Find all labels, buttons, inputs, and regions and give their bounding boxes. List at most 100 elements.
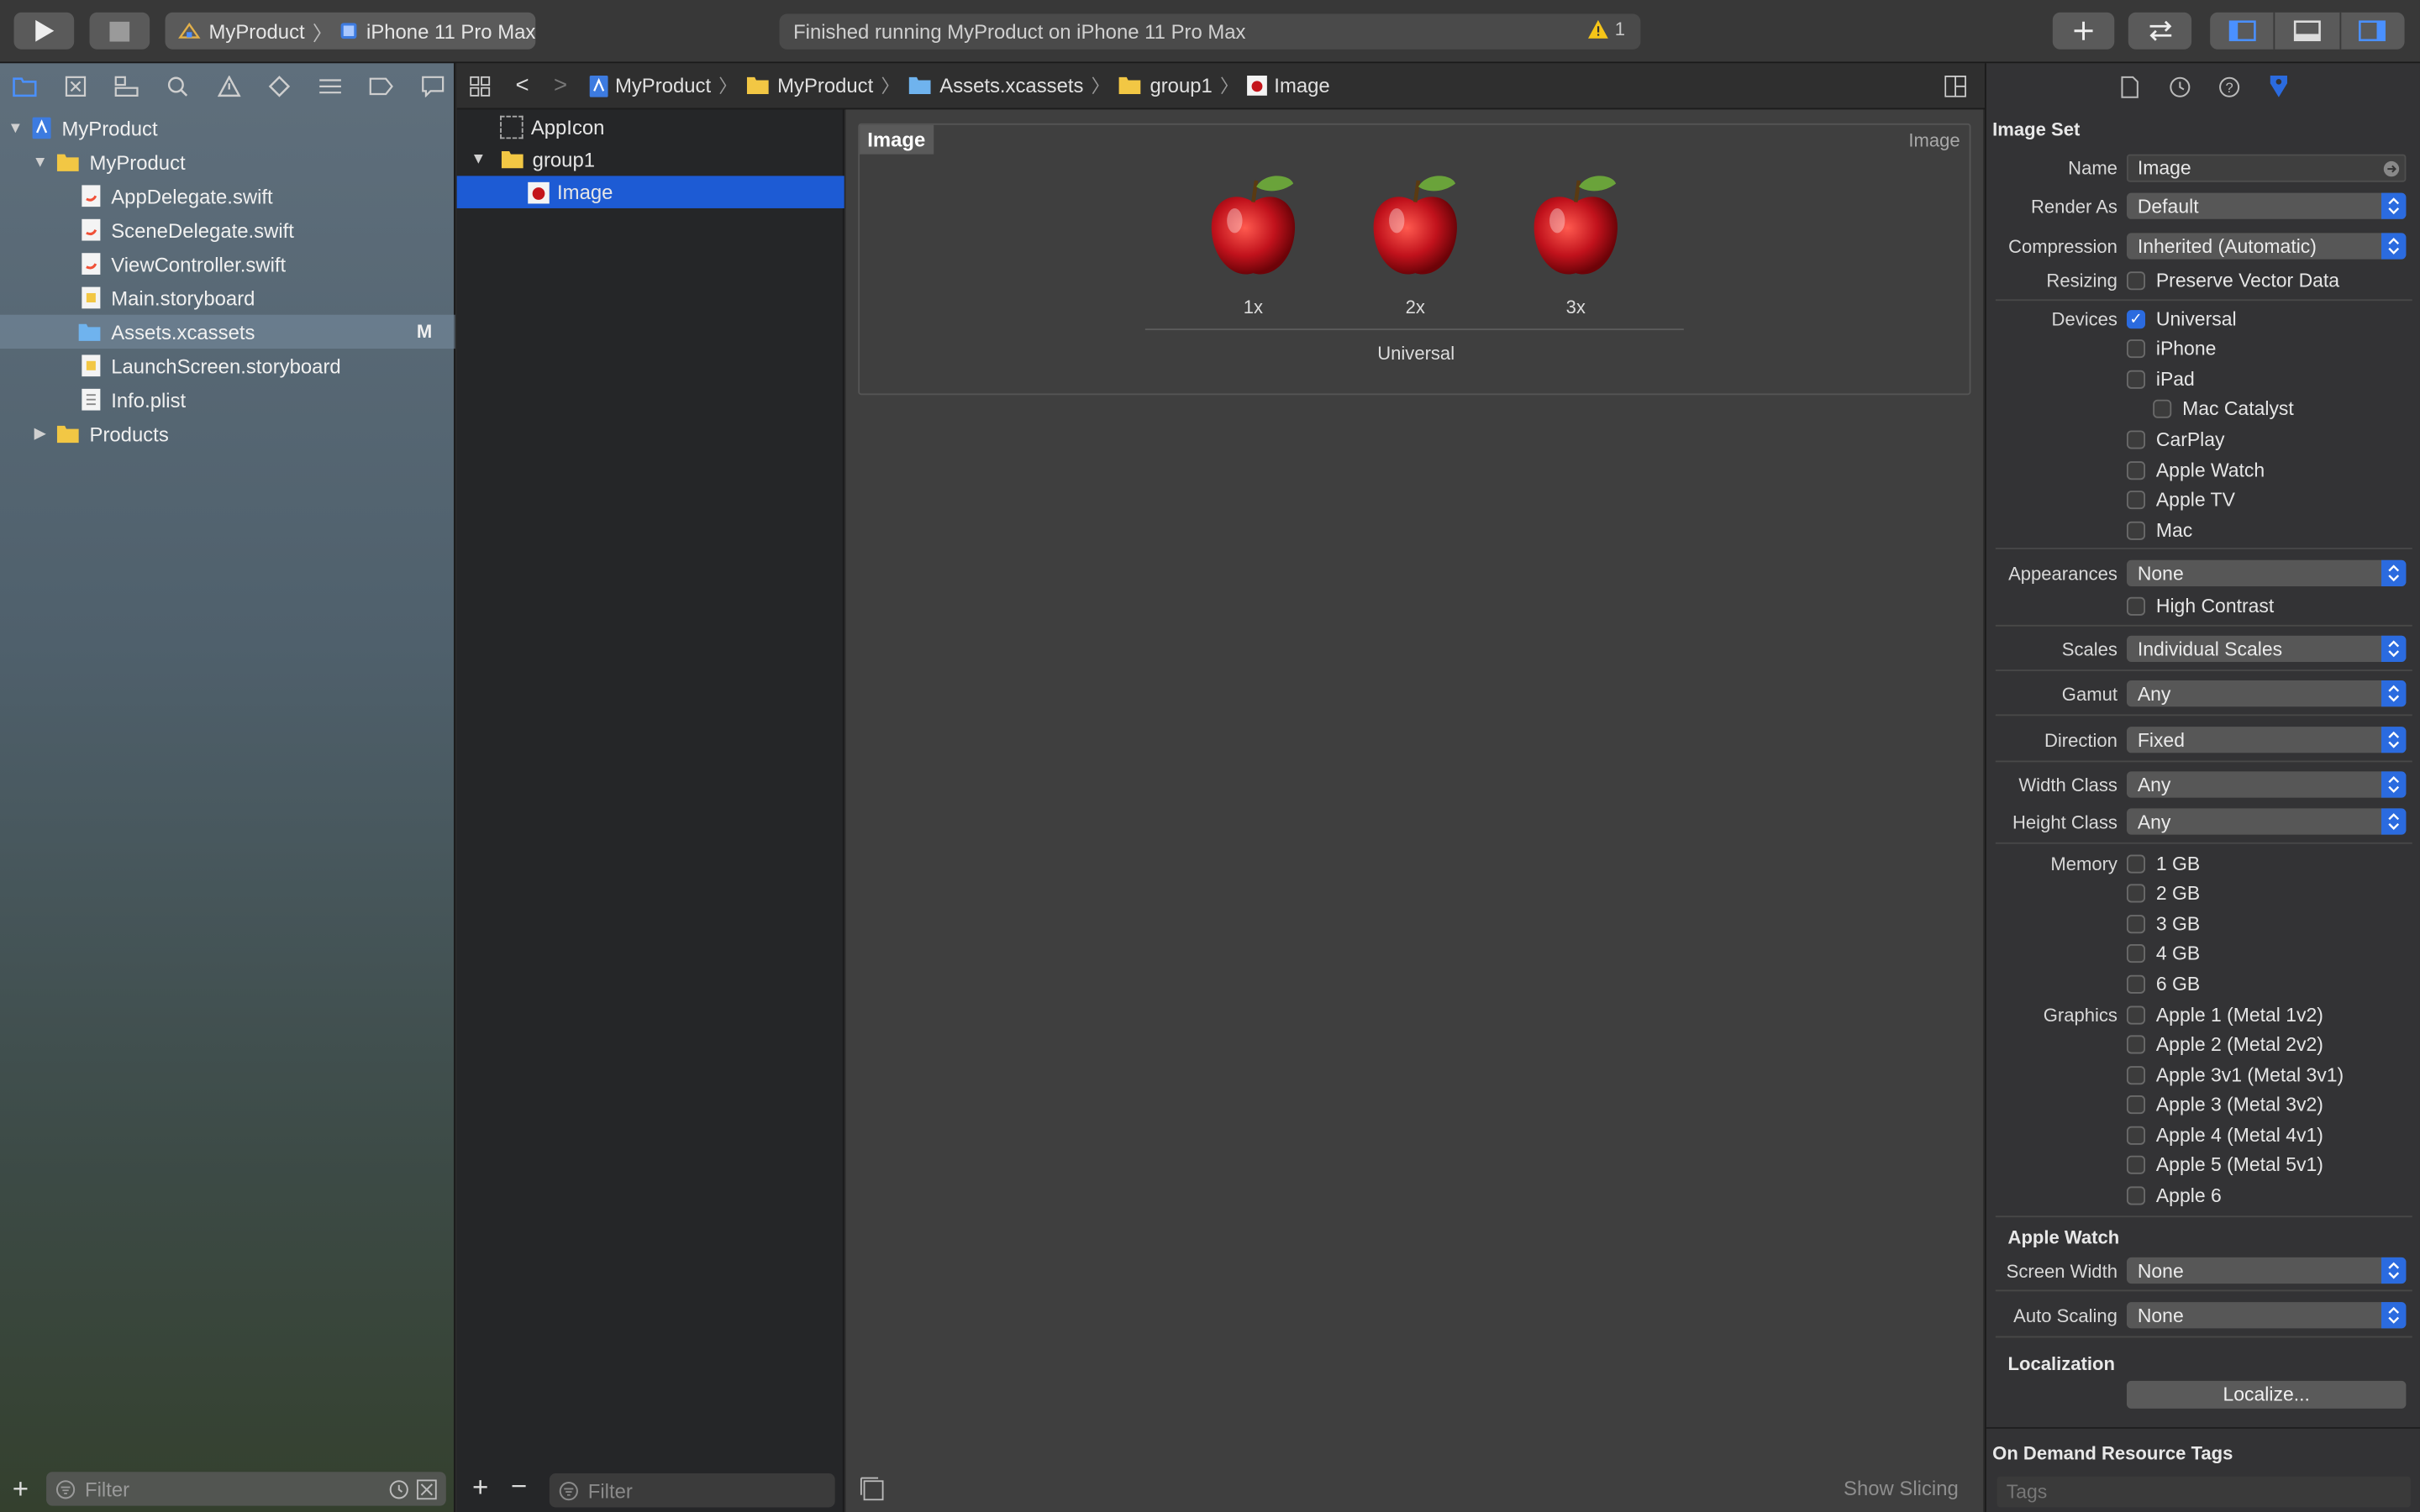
- disclosure-open-icon[interactable]: ▼: [31, 154, 50, 171]
- breakpoint-icon[interactable]: [366, 71, 397, 102]
- checkbox-box[interactable]: [2126, 271, 2146, 291]
- memory-checkbox[interactable]: 1 GB: [2126, 852, 2200, 876]
- asset-filter-field[interactable]: Filter: [549, 1473, 835, 1508]
- warning-indicator[interactable]: 1: [1588, 18, 1625, 40]
- graphics-checkbox[interactable]: Apple 1 (Metal 1v2): [2126, 1003, 2323, 1027]
- render-as-popup[interactable]: Default: [2126, 192, 2407, 219]
- symbol-navigator-icon[interactable]: [111, 71, 142, 102]
- issue-icon[interactable]: [213, 71, 244, 102]
- graphics-checkbox[interactable]: Apple 6: [2126, 1184, 2222, 1208]
- breadcrumb-image[interactable]: Image: [1246, 74, 1330, 97]
- device-mac-checkbox[interactable]: Mac: [2126, 518, 2192, 543]
- report-icon[interactable]: [417, 71, 448, 102]
- checkbox-box[interactable]: [2126, 1005, 2146, 1025]
- scheme-selector[interactable]: MyProduct 〉 iPhone 11 Pro Max: [165, 12, 535, 50]
- asset-row-group[interactable]: ▼ group1: [457, 144, 844, 176]
- tree-row-file[interactable]: SceneDelegate.swift: [0, 213, 455, 246]
- toggle-inspector-button[interactable]: [2341, 13, 2405, 50]
- checkbox-box[interactable]: [2126, 339, 2146, 359]
- related-items-icon[interactable]: [469, 75, 491, 97]
- checkbox-box[interactable]: [2126, 915, 2146, 934]
- device-universal-checkbox[interactable]: ✓ Universal: [2126, 307, 2237, 332]
- debug-icon[interactable]: [315, 71, 346, 102]
- file-inspector-icon[interactable]: [2114, 71, 2145, 102]
- tree-row-group[interactable]: ▼ MyProduct: [0, 145, 455, 179]
- library-button[interactable]: [2052, 12, 2115, 50]
- checkbox-box[interactable]: [2126, 1095, 2146, 1115]
- memory-checkbox[interactable]: 2 GB: [2126, 881, 2200, 906]
- tree-row-file[interactable]: LaunchScreen.storyboard: [0, 349, 455, 382]
- navigator-filter-field[interactable]: Filter: [46, 1472, 446, 1506]
- checkbox-box[interactable]: [2126, 1066, 2146, 1085]
- remove-asset-button[interactable]: −: [511, 1470, 527, 1503]
- breadcrumb-assets[interactable]: Assets.xcassets: [908, 74, 1083, 97]
- image-slot-2x[interactable]: 2x: [1361, 171, 1470, 318]
- compression-popup[interactable]: Inherited (Automatic): [2126, 233, 2407, 260]
- tags-field[interactable]: Tags: [1996, 1476, 2411, 1508]
- scales-popup[interactable]: Individual Scales: [2126, 635, 2407, 662]
- source-control-filter-icon[interactable]: [416, 1478, 437, 1499]
- toggle-navigator-button[interactable]: [2210, 12, 2275, 50]
- preserve-vector-checkbox[interactable]: Preserve Vector Data: [2126, 269, 2339, 293]
- graphics-checkbox[interactable]: Apple 5 (Metal 5v1): [2126, 1152, 2323, 1177]
- checkmark-icon[interactable]: ✓: [2126, 310, 2146, 329]
- show-slicing-button[interactable]: Show Slicing: [1844, 1477, 1959, 1500]
- direction-popup[interactable]: Fixed: [2126, 727, 2407, 753]
- toggle-debug-area-button[interactable]: [2275, 12, 2341, 50]
- memory-checkbox[interactable]: 4 GB: [2126, 941, 2200, 965]
- gamut-popup[interactable]: Any: [2126, 680, 2407, 707]
- checkbox-box[interactable]: [2126, 430, 2146, 449]
- checkbox-box[interactable]: [2126, 491, 2146, 510]
- run-button[interactable]: [13, 12, 75, 50]
- checkbox-box[interactable]: [2126, 1155, 2146, 1174]
- back-arrow-icon[interactable]: <: [515, 72, 529, 98]
- graphics-checkbox[interactable]: Apple 3 (Metal 3v2): [2126, 1092, 2323, 1116]
- checkbox-box[interactable]: [2153, 399, 2172, 418]
- memory-checkbox[interactable]: 3 GB: [2126, 911, 2200, 936]
- tree-row-file[interactable]: Main.storyboard: [0, 281, 455, 314]
- asset-row-appicon[interactable]: AppIcon: [457, 111, 844, 144]
- adjust-editor-icon[interactable]: [1944, 75, 1966, 97]
- asset-row-image-selected[interactable]: Image: [456, 176, 844, 208]
- breadcrumb-project[interactable]: MyProduct: [588, 74, 711, 97]
- image-slot-3x[interactable]: 3x: [1522, 171, 1630, 318]
- device-apple-tv-checkbox[interactable]: Apple TV: [2126, 487, 2235, 512]
- image-slot-1x[interactable]: 1x: [1199, 171, 1307, 318]
- disclosure-open-icon[interactable]: ▼: [6, 119, 24, 136]
- checkbox-box[interactable]: [2126, 1126, 2146, 1145]
- checkbox-box[interactable]: [2126, 884, 2146, 903]
- disclosure-open-icon[interactable]: ▼: [469, 151, 487, 168]
- checkbox-box[interactable]: [2126, 1186, 2146, 1205]
- device-apple-watch-checkbox[interactable]: Apple Watch: [2126, 458, 2265, 482]
- name-field[interactable]: Image: [2126, 154, 2407, 182]
- checkbox-box[interactable]: [2126, 854, 2146, 874]
- recent-files-icon[interactable]: [389, 1478, 409, 1499]
- graphics-checkbox[interactable]: Apple 3v1 (Metal 3v1): [2126, 1063, 2344, 1087]
- tree-row-group[interactable]: ▶ Products: [0, 417, 455, 450]
- breadcrumb-folder[interactable]: group1: [1118, 74, 1213, 97]
- checkbox-box[interactable]: [2126, 461, 2146, 480]
- breadcrumb-group[interactable]: MyProduct: [745, 74, 873, 97]
- tree-row-file[interactable]: ViewController.swift: [0, 247, 455, 281]
- checkbox-box[interactable]: [2126, 1035, 2146, 1054]
- attributes-inspector-icon[interactable]: [2263, 71, 2294, 102]
- show-outline-icon[interactable]: [860, 1477, 884, 1501]
- source-control-icon[interactable]: [60, 71, 92, 102]
- goto-arrow-icon[interactable]: [2383, 160, 2400, 176]
- localize-button[interactable]: Localize...: [2126, 1380, 2407, 1409]
- width-class-popup[interactable]: Any: [2126, 771, 2407, 798]
- memory-checkbox[interactable]: 6 GB: [2126, 972, 2200, 996]
- device-ipad-checkbox[interactable]: iPad: [2126, 367, 2195, 391]
- checkbox-box[interactable]: [2126, 596, 2146, 616]
- tree-row-file[interactable]: AppDelegate.swift: [0, 179, 455, 213]
- tree-row-file-selected[interactable]: Assets.xcassets M: [0, 314, 455, 349]
- history-inspector-icon[interactable]: [2164, 71, 2195, 102]
- add-asset-button[interactable]: +: [472, 1472, 488, 1504]
- auto-scaling-popup[interactable]: None: [2126, 1302, 2407, 1329]
- screen-width-popup[interactable]: None: [2126, 1257, 2407, 1284]
- project-navigator-icon[interactable]: [9, 71, 40, 102]
- checkbox-box[interactable]: [2126, 944, 2146, 963]
- image-set-card[interactable]: Image Image 1x 2x 3x Universal: [858, 123, 1971, 396]
- disclosure-closed-icon[interactable]: ▶: [31, 425, 50, 442]
- tree-row-project[interactable]: ▼ MyProduct: [0, 111, 455, 144]
